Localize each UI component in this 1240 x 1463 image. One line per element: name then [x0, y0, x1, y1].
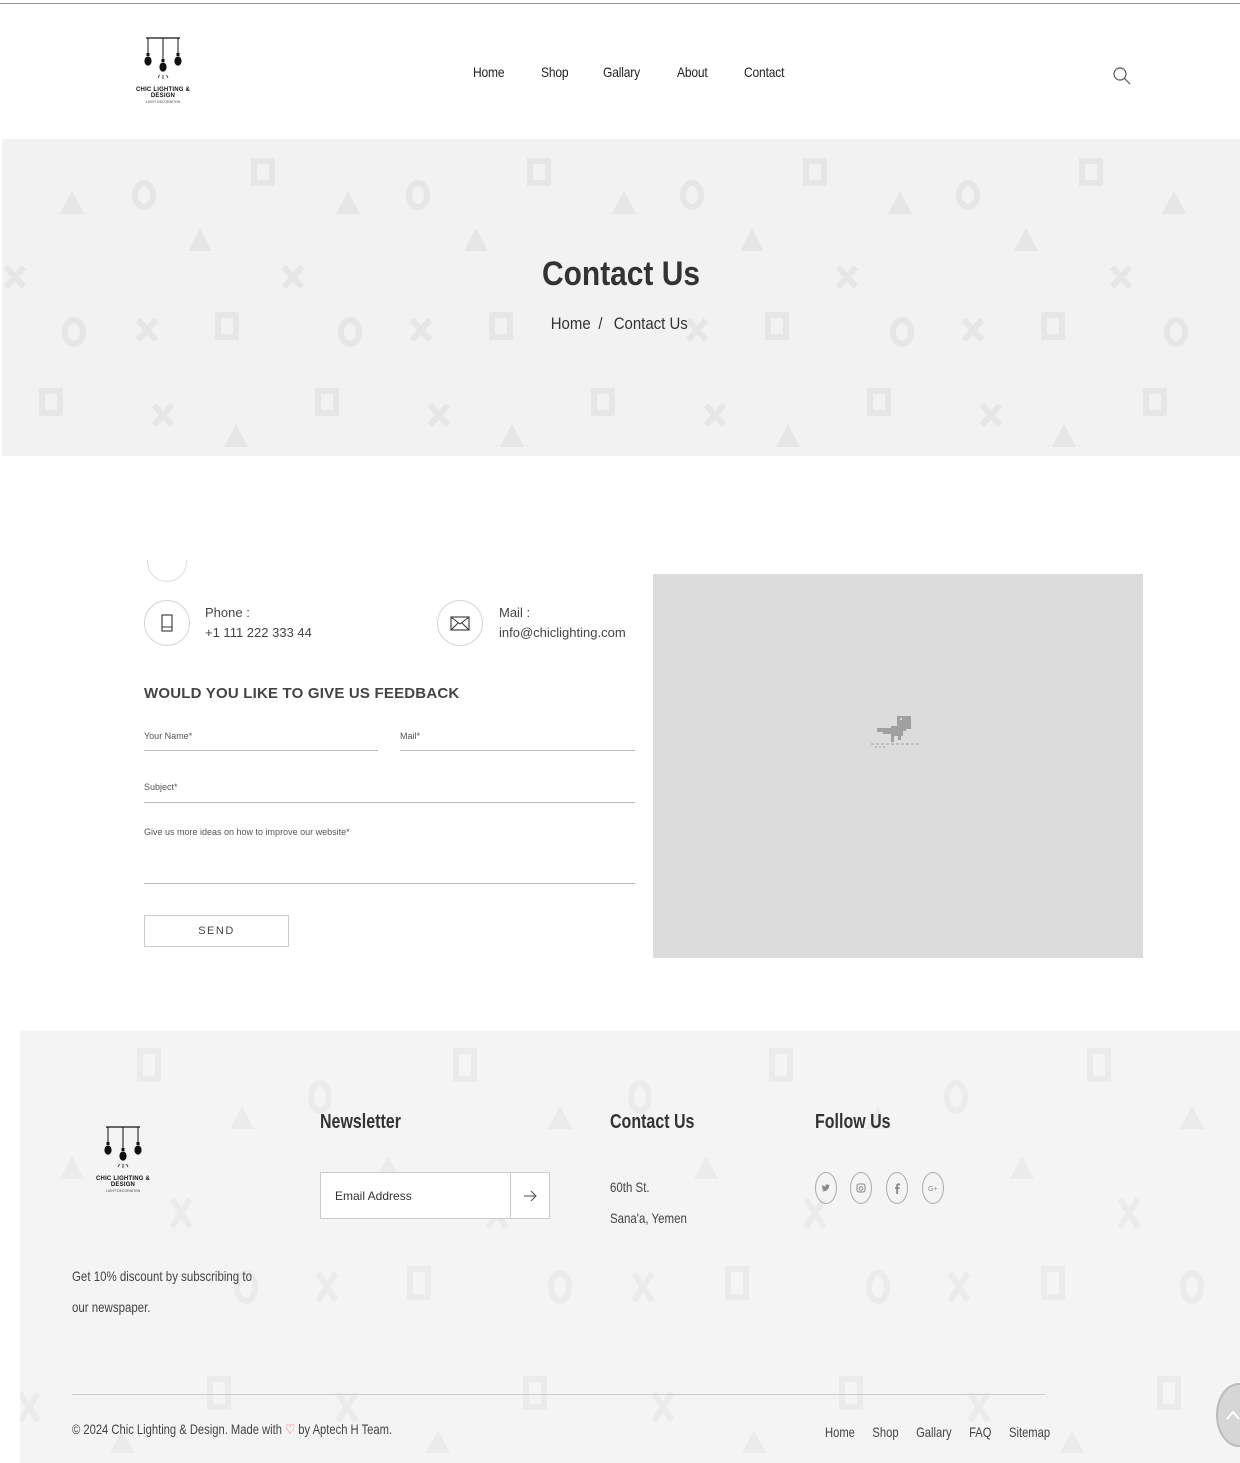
site-footer: CHIC LIGHTING & DESIGN LIGHT DECORATION … [20, 1031, 1240, 1463]
footer-logo-text: CHIC LIGHTING & DESIGN [96, 1176, 150, 1188]
svg-text:G+: G+ [928, 1186, 938, 1192]
subject-input[interactable] [144, 782, 635, 792]
nav-contact[interactable]: Contact [744, 64, 784, 80]
chandelier-logo-icon [104, 1126, 142, 1168]
main-nav: Home Shop Gallary About Contact [473, 64, 822, 80]
message-field [144, 827, 635, 884]
logo-text: CHIC LIGHTING & DESIGN [136, 87, 190, 99]
footer-nav-home[interactable]: Home [825, 1424, 855, 1440]
heart-icon: ♡ [285, 1421, 296, 1437]
chevron-up-icon [1226, 1410, 1240, 1420]
mail-field [400, 726, 635, 751]
logo-subtext: LIGHT DECORATION [145, 100, 181, 104]
phone-icon [144, 600, 190, 646]
nav-shop[interactable]: Shop [541, 64, 569, 80]
footer-logo[interactable]: CHIC LIGHTING & DESIGN LIGHT DECORATION [88, 1123, 158, 1213]
phone-value: +1 111 222 333 44 [205, 625, 312, 640]
shapes-pattern-background [3, 158, 1188, 447]
address-line-1: 60th St. [610, 1179, 650, 1195]
send-button[interactable]: SEND [144, 915, 289, 947]
mail-icon [437, 600, 483, 646]
newsletter-title: Newsletter [320, 1111, 401, 1133]
subject-field [144, 777, 635, 803]
feedback-title: WOULD YOU LIKE TO GIVE US FEEDBACK [144, 685, 460, 702]
nav-about[interactable]: About [677, 64, 708, 80]
offline-dino-icon [871, 716, 919, 748]
address-line-2: Sana'a, Yemen [610, 1210, 687, 1226]
message-textarea[interactable] [144, 827, 635, 857]
site-logo[interactable]: CHIC LIGHTING & DESIGN LIGHT DECORATION [128, 34, 198, 124]
newsletter-form [320, 1172, 550, 1219]
mail-value: info@chiclighting.com [499, 625, 626, 640]
instagram-icon[interactable] [850, 1172, 872, 1204]
contact-title: Contact Us [610, 1111, 695, 1133]
breadcrumb-separator: / [598, 314, 603, 333]
phone-label: Phone : [205, 605, 250, 620]
chandelier-logo-icon [144, 37, 182, 79]
breadcrumb-home[interactable]: Home [551, 314, 591, 333]
page-banner: Contact Us Home / Contact Us [2, 139, 1240, 456]
facebook-icon[interactable] [886, 1172, 908, 1204]
name-field [144, 726, 378, 751]
copyright-prefix: © 2024 Chic Lighting & Design. Made with [72, 1421, 282, 1437]
address-icon-circle-partial [147, 560, 187, 582]
twitter-icon[interactable] [815, 1172, 837, 1204]
follow-title: Follow Us [815, 1111, 891, 1133]
search-icon[interactable] [1112, 66, 1132, 86]
footer-nav-gallary[interactable]: Gallary [916, 1424, 951, 1440]
newsletter-email-input[interactable] [321, 1173, 510, 1218]
page-title: Contact Us [542, 255, 700, 293]
site-header: CHIC LIGHTING & DESIGN LIGHT DECORATION … [0, 4, 1240, 139]
google-plus-icon[interactable]: G+ [922, 1172, 944, 1204]
footer-nav: Home Shop Gallary FAQ Sitemap [825, 1424, 1064, 1440]
footer-divider [72, 1394, 1045, 1395]
nav-home[interactable]: Home [473, 64, 505, 80]
footer-logo-subtext: LIGHT DECORATION [105, 1189, 141, 1193]
breadcrumb-current: Contact Us [613, 314, 688, 333]
arrow-right-icon [524, 1190, 537, 1201]
footer-nav-sitemap[interactable]: Sitemap [1009, 1424, 1050, 1440]
footer-description: Get 10% discount by subscribing to our n… [72, 1268, 252, 1315]
footer-shapes-pattern-background [20, 1048, 1204, 1453]
map-embed[interactable] [653, 574, 1143, 958]
footer-nav-shop[interactable]: Shop [872, 1424, 898, 1440]
mail-label: Mail : [499, 605, 531, 620]
copyright: © 2024 Chic Lighting & Design. Made with… [72, 1421, 392, 1438]
copyright-suffix: by Aptech H Team. [298, 1421, 393, 1437]
footer-nav-faq[interactable]: FAQ [969, 1424, 991, 1440]
mail-input[interactable] [400, 731, 635, 741]
breadcrumb: Home / Contact Us [76, 314, 1165, 334]
name-input[interactable] [144, 731, 378, 741]
newsletter-submit-button[interactable] [510, 1173, 549, 1218]
nav-gallary[interactable]: Gallary [603, 64, 640, 80]
